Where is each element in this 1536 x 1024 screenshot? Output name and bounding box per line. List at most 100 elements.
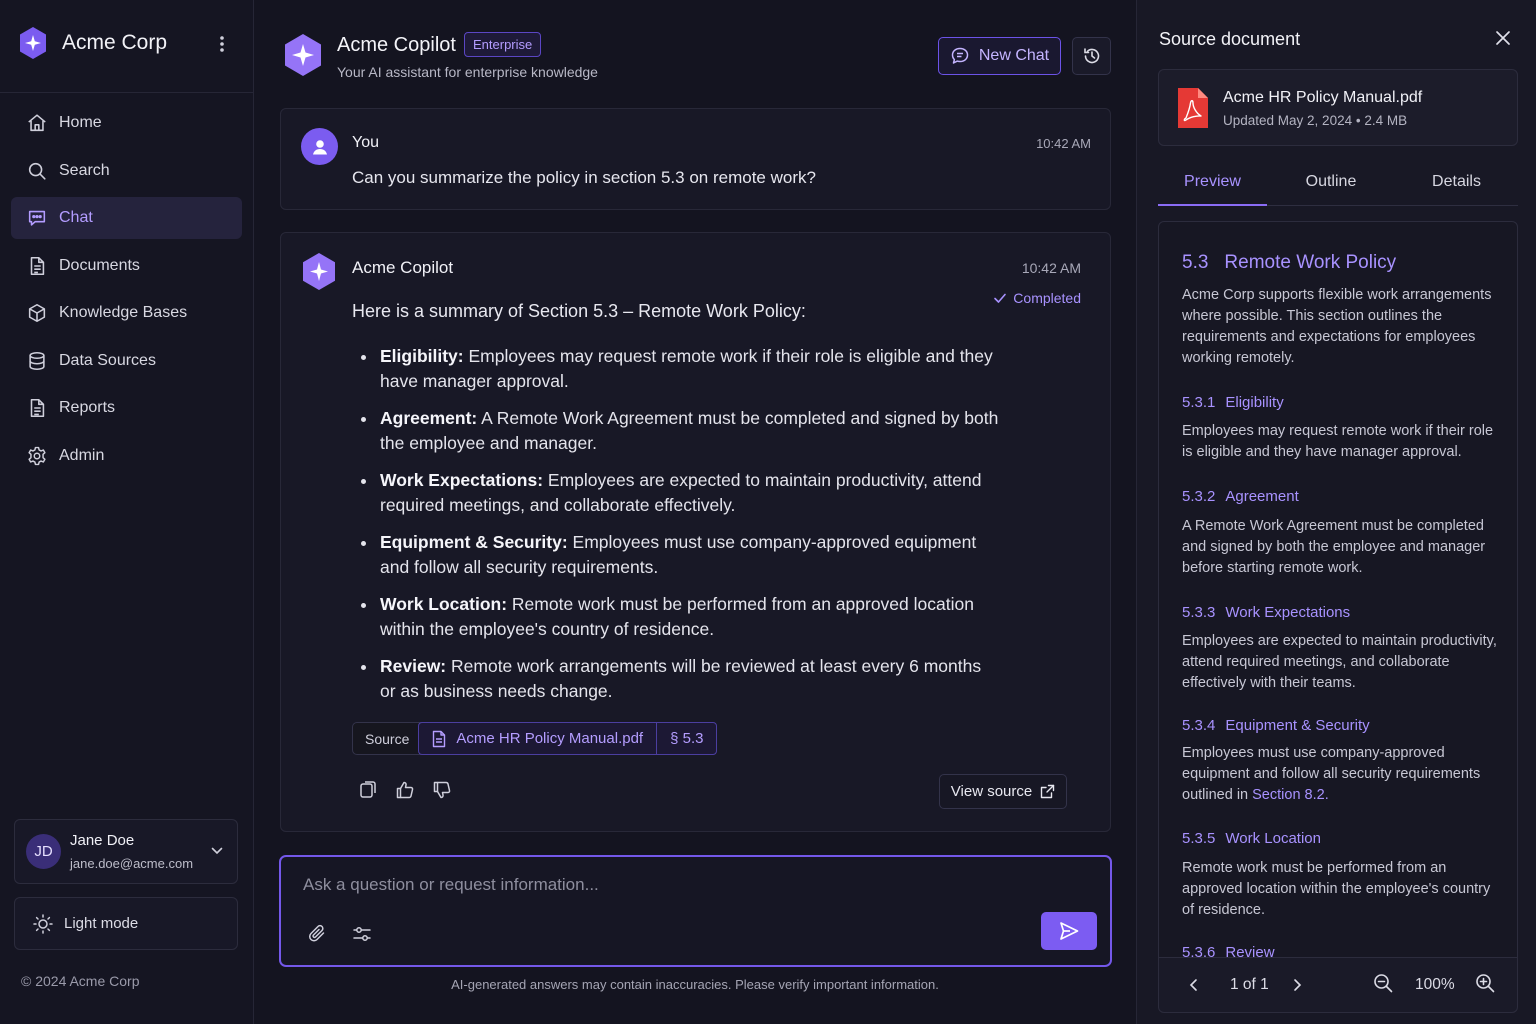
section-number: 5.3.2: [1182, 488, 1216, 505]
tab-preview[interactable]: Preview: [1158, 160, 1267, 206]
preview-heading: 5.3 Remote Work Policy: [1182, 252, 1396, 274]
user-email: jane.doe@acme.com: [70, 856, 194, 871]
preview-paragraph: Employees may request remote work if the…: [1182, 423, 1494, 460]
section-title: Remote Work Policy: [1224, 252, 1397, 273]
avatar: JD: [26, 834, 61, 869]
gear-icon: [28, 446, 46, 465]
list-item: Equipment & Security: Employees must use…: [360, 530, 1000, 579]
bullet-title: Agreement:: [380, 408, 478, 428]
bullet-text: Employees may request remote work if the…: [380, 346, 993, 391]
answer-bullets: Eligibility: Employees may request remot…: [360, 344, 1000, 716]
copy-icon[interactable]: [358, 780, 378, 800]
assistant-message: Acme Copilot 10:42 AM Completed Here is …: [280, 232, 1111, 832]
send-button[interactable]: [1041, 912, 1097, 950]
section-link[interactable]: Section 8.2.: [1252, 787, 1329, 803]
user-menu[interactable]: JD Jane Doe jane.doe@acme.com: [14, 819, 238, 884]
sidebar-item-label: Documents: [59, 256, 140, 274]
section-title: Work Location: [1225, 830, 1321, 847]
sidebar-item-data-sources[interactable]: Data Sources: [11, 340, 242, 382]
section-number: 5.3: [1182, 252, 1209, 273]
copyright: © 2024 Acme Corp: [21, 973, 140, 989]
sidebar-item-label: Reports: [59, 399, 116, 416]
zoom-level: 100%: [1415, 976, 1455, 993]
section-title: Eligibility: [1225, 394, 1284, 411]
source-file-card[interactable]: Acme HR Policy Manual.pdf Updated May 2,…: [1158, 69, 1518, 146]
source-section-link[interactable]: § 5.3: [656, 722, 718, 755]
sidebar-item-home[interactable]: Home: [11, 102, 242, 144]
more-options-icon[interactable]: [212, 33, 232, 55]
section-number: 5.3.3: [1182, 604, 1216, 621]
file-icon: [433, 730, 446, 747]
new-chat-button[interactable]: New Chat: [938, 37, 1061, 75]
list-item: Review: Remote work arrangements will be…: [360, 654, 1000, 703]
preview-subheading: 5.3.5 Work Location: [1182, 830, 1321, 847]
view-source-label: View source: [950, 783, 1033, 800]
page-indicator: 1 of 1: [1230, 976, 1269, 993]
list-item: Agreement: A Remote Work Agreement must …: [360, 406, 1000, 455]
tab-outline[interactable]: Outline: [1267, 160, 1395, 206]
history-button[interactable]: [1072, 37, 1111, 75]
preview-paragraph: Employees are expected to maintain produ…: [1182, 633, 1497, 691]
bullet-title: Review:: [380, 656, 447, 676]
sidebar-item-reports[interactable]: Reports: [11, 387, 242, 429]
answer-intro: Here is a summary of Section 5.3 – Remot…: [352, 301, 806, 321]
plan-badge: Enterprise: [464, 32, 542, 57]
source-citation: Source Acme HR Policy Manual.pdf § 5.3: [352, 722, 718, 755]
sidebar-item-label: Admin: [59, 446, 105, 464]
chevron-left-icon[interactable]: [1186, 977, 1202, 993]
send-icon: [1060, 922, 1079, 940]
sidebar-item-label: Search: [59, 161, 110, 179]
close-icon[interactable]: [1493, 28, 1513, 48]
page-title: Acme Copilot: [337, 34, 456, 56]
panel-tabs: Preview Outline Details: [1158, 160, 1518, 206]
home-icon: [28, 114, 46, 132]
list-item: Work Location: Remote work must be perfo…: [360, 592, 1000, 641]
tab-details[interactable]: Details: [1395, 160, 1518, 206]
preview-intro: Acme Corp supports flexible work arrange…: [1182, 287, 1492, 366]
sidebar-nav: Home Search Chat Documents Knowledge Bas…: [11, 102, 242, 482]
zoom-in-icon[interactable]: [1474, 972, 1496, 994]
user-name: Jane Doe: [70, 832, 135, 849]
sidebar-item-knowledge-bases[interactable]: Knowledge Bases: [11, 292, 242, 334]
section-title: Equipment & Security: [1225, 717, 1370, 734]
light-mode-toggle[interactable]: Light mode: [14, 897, 238, 950]
preview-paragraph: A Remote Work Agreement must be complete…: [1182, 518, 1486, 576]
pdf-file-icon: [1178, 88, 1208, 128]
preview-subheading: 5.3.1 Eligibility: [1182, 394, 1284, 411]
sidebar-item-label: Home: [59, 114, 102, 131]
sidebar-divider: [0, 92, 254, 93]
preview-paragraph: Remote work must be performed from an ap…: [1182, 860, 1491, 918]
message-time: 10:42 AM: [1021, 260, 1081, 276]
sidebar-item-label: Data Sources: [59, 351, 156, 369]
thumbs-up-icon[interactable]: [395, 780, 415, 800]
message-time: 10:42 AM: [1036, 136, 1091, 151]
bullet-title: Work Location:: [380, 594, 508, 614]
chevron-right-icon[interactable]: [1289, 977, 1305, 993]
sun-icon: [33, 913, 53, 934]
brand[interactable]: Acme Corp: [18, 26, 167, 60]
sidebar-item-search[interactable]: Search: [11, 150, 242, 192]
paperclip-icon[interactable]: [307, 923, 329, 945]
section-title: Work Expectations: [1225, 604, 1351, 621]
zoom-out-icon[interactable]: [1372, 972, 1394, 994]
thumbs-down-icon[interactable]: [432, 780, 452, 800]
message-composer: [279, 855, 1112, 967]
sliders-icon[interactable]: [351, 923, 373, 945]
sidebar-item-chat[interactable]: Chat: [11, 197, 242, 239]
brand-name: Acme Corp: [62, 31, 168, 54]
source-file-link[interactable]: Acme HR Policy Manual.pdf: [418, 722, 657, 755]
report-icon: [30, 398, 45, 418]
preview-pager: 1 of 1 100%: [1158, 957, 1518, 1013]
chat-icon: [28, 210, 46, 226]
message-input[interactable]: [303, 875, 1003, 895]
chat-plus-icon: [951, 47, 969, 64]
cube-icon: [28, 303, 46, 323]
sidebar-item-admin[interactable]: Admin: [11, 435, 242, 477]
preview-subheading: 5.3.3 Work Expectations: [1182, 604, 1350, 621]
section-number: 5.3.5: [1182, 830, 1216, 847]
sidebar-item-documents[interactable]: Documents: [11, 245, 242, 287]
view-source-button[interactable]: View source: [939, 774, 1067, 809]
user-message: You 10:42 AM Can you summarize the polic…: [280, 108, 1111, 210]
status-badge: Completed: [993, 290, 1081, 306]
search-icon: [28, 162, 46, 180]
